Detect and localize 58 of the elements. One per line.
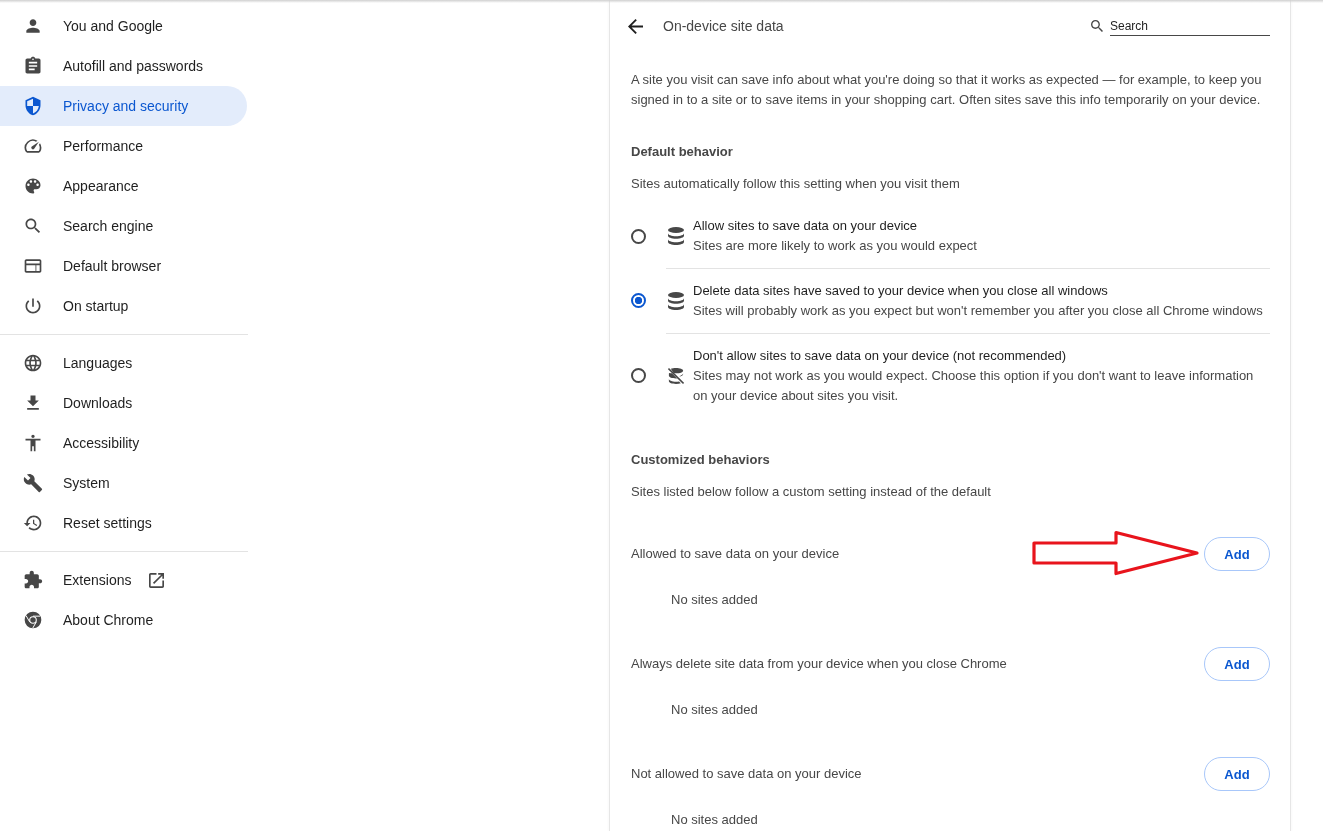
radio-button[interactable]	[631, 293, 646, 308]
list-label: Not allowed to save data on your device	[631, 765, 862, 783]
sidebar-item[interactable]: Reset settings	[0, 503, 247, 543]
search-icon	[1091, 20, 1103, 32]
option-description: Sites will probably work as you expect but won't remember you after you close all Chrome windows	[693, 302, 1263, 320]
database-icon	[668, 227, 684, 245]
sidebar-item[interactable]: Downloads	[0, 383, 247, 423]
shield-icon	[23, 96, 43, 116]
palette-icon	[23, 176, 43, 196]
database-icon	[668, 292, 684, 310]
list-label: Allowed to save data on your device	[631, 545, 840, 563]
globe-icon	[23, 353, 43, 373]
option-title: Delete data sites have saved to your device when you close all windows	[693, 282, 1109, 300]
sidebar-item[interactable]: Extensions	[0, 560, 247, 600]
sidebar-item[interactable]: Default browser	[0, 246, 247, 286]
empty-state-text: No sites added	[671, 812, 758, 828]
browser-window-icon	[23, 256, 43, 276]
crossed-database-icon	[668, 367, 684, 385]
sidebar-item[interactable]: You and Google	[0, 6, 247, 46]
page-title: On-device site data	[663, 18, 784, 34]
option-title: Allow sites to save data on your device	[693, 217, 918, 235]
radio-button[interactable]	[631, 228, 646, 244]
sidebar-item[interactable]: Performance	[0, 126, 247, 166]
section-heading: Customized behaviors	[631, 451, 771, 469]
add-button[interactable]: Add	[1204, 757, 1270, 791]
search-field[interactable]: Search	[1110, 18, 1270, 36]
sidebar-item[interactable]: Languages	[0, 343, 247, 383]
sidebar-item[interactable]: About Chrome	[0, 600, 247, 640]
option-title: Don't allow sites to save data on your device (not recommended)	[693, 347, 1068, 365]
sidebar-item[interactable]: System	[0, 463, 247, 503]
sidebar-item[interactable]: Search engine	[0, 206, 247, 246]
add-button[interactable]: Add	[1204, 647, 1270, 681]
sidebar-item[interactable]: Privacy and security	[0, 86, 247, 126]
section-subtitle: Sites automatically follow this setting when you visit them	[631, 175, 961, 193]
puzzle-piece-icon	[23, 570, 43, 590]
section-subtitle: Sites listed below follow a custom setting instead of the default	[631, 483, 992, 501]
list-label: Always delete site data from your device when you close Chrome	[631, 655, 1007, 673]
radio-button[interactable]	[631, 368, 646, 383]
wrench-icon	[23, 473, 43, 493]
option-description: Sites may not work as you would expect. Choose this option if you don't want to leave information on your device about sites you visit.	[693, 367, 1255, 405]
arrow-left-icon	[627, 18, 643, 34]
search-icon	[23, 216, 43, 236]
add-button[interactable]: Add	[1204, 537, 1270, 571]
empty-state-text: No sites added	[671, 592, 758, 608]
empty-state-text: No sites added	[671, 702, 758, 718]
description-text: A site you visit can save info about what you're doing so that it works as expected — for example, to keep you signed in to a site or to save items in your shopping cart. Often sites save this info temporarily on your device.	[631, 71, 1263, 109]
section-heading: Default behavior	[631, 143, 734, 161]
option-description: Sites are more likely to work as you would expect	[693, 237, 977, 255]
history-icon	[23, 513, 43, 533]
accessibility-icon	[23, 433, 43, 453]
speedometer-icon	[23, 136, 43, 156]
browser-logo-icon	[23, 610, 43, 630]
sidebar-item[interactable]: On startup	[0, 286, 247, 326]
power-icon	[23, 296, 43, 316]
clipboard-icon	[23, 56, 43, 76]
sidebar-item[interactable]: Accessibility	[0, 423, 247, 463]
sidebar-item[interactable]: Autofill and passwords	[0, 46, 247, 86]
sidebar-item[interactable]: Appearance	[0, 166, 247, 206]
